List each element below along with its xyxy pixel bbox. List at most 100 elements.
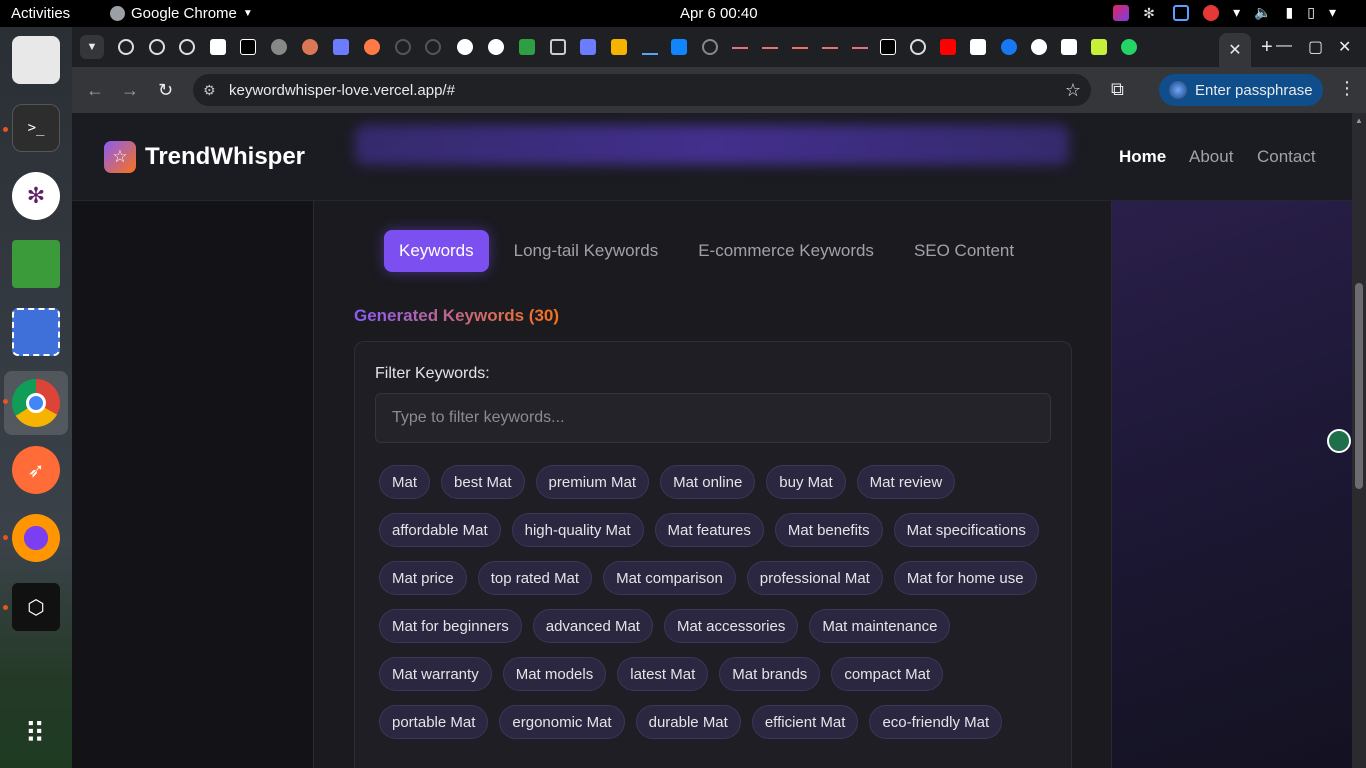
link-tab-icon[interactable] bbox=[792, 47, 808, 49]
bold-b-tab-icon[interactable] bbox=[240, 39, 256, 55]
keyword-chip[interactable]: Mat online bbox=[660, 465, 756, 499]
heart-tab-icon[interactable] bbox=[333, 39, 349, 55]
butterfly-tab-icon[interactable] bbox=[671, 39, 687, 55]
extensions-puzzle-icon[interactable]: ⧉ bbox=[1111, 79, 1124, 100]
keyword-chip[interactable]: latest Mat bbox=[617, 657, 709, 691]
clock[interactable]: Apr 6 00:40 bbox=[680, 5, 758, 22]
address-bar[interactable]: ⚙ keywordwhisper-love.vercel.app/# ☆ bbox=[193, 74, 1091, 106]
tab-ecommerce-keywords[interactable]: E-commerce Keywords bbox=[683, 230, 889, 272]
keyword-chip[interactable]: Mat specifications bbox=[893, 513, 1039, 547]
terminal-dock-icon[interactable]: >_ bbox=[12, 104, 60, 152]
app-indicator-icon[interactable] bbox=[1113, 4, 1130, 21]
bookmark-star-icon[interactable]: ☆ bbox=[1065, 80, 1081, 101]
openai-tab-icon[interactable] bbox=[179, 39, 195, 55]
globe-tab-icon[interactable] bbox=[271, 39, 287, 55]
keyword-chip[interactable]: ergonomic Mat bbox=[499, 705, 625, 739]
keyword-chip[interactable]: best Mat bbox=[441, 465, 525, 499]
cube-tab-icon[interactable] bbox=[1061, 39, 1077, 55]
openai-tab-icon[interactable] bbox=[702, 39, 718, 55]
tab-seo-content[interactable]: SEO Content bbox=[899, 230, 1029, 272]
site-brand[interactable]: TrendWhisper bbox=[145, 143, 305, 171]
cube-tab-icon[interactable] bbox=[970, 39, 986, 55]
keyword-chip[interactable]: Mat bbox=[379, 465, 431, 499]
keyword-chip[interactable]: portable Mat bbox=[379, 705, 489, 739]
keyword-chip[interactable]: Mat warranty bbox=[379, 657, 492, 691]
chrome-dock-icon[interactable] bbox=[12, 379, 60, 427]
battery-icon[interactable]: ▯ bbox=[1307, 4, 1315, 21]
keyword-chip[interactable]: advanced Mat bbox=[532, 609, 653, 643]
new-tab-button[interactable]: + bbox=[1261, 36, 1273, 59]
power-menu-icon[interactable]: ▾ bbox=[1329, 4, 1336, 21]
face-tab-icon[interactable] bbox=[910, 39, 926, 55]
filter-keywords-input[interactable] bbox=[375, 393, 1051, 443]
page-scrollbar[interactable]: ▲ bbox=[1352, 113, 1366, 768]
keyword-chip[interactable]: Mat brands bbox=[719, 657, 821, 691]
lime-tab-icon[interactable] bbox=[1091, 39, 1107, 55]
back-arrow-icon[interactable]: ← bbox=[86, 80, 104, 101]
tab-search-icon[interactable]: ▼ bbox=[80, 35, 104, 59]
keyword-chip[interactable]: Mat benefits bbox=[774, 513, 883, 547]
firefox-dock-icon[interactable] bbox=[12, 514, 60, 562]
tab-long-tail-keywords[interactable]: Long-tail Keywords bbox=[499, 230, 674, 272]
show-apps-icon[interactable]: ⠿ bbox=[12, 709, 60, 757]
heart-tab-icon[interactable] bbox=[488, 39, 504, 55]
grammar-extension-badge-icon[interactable] bbox=[1327, 429, 1351, 453]
postman-dock-icon[interactable]: ➶ bbox=[12, 446, 60, 494]
do-not-disturb-icon[interactable] bbox=[1203, 4, 1220, 21]
keyword-chip[interactable]: durable Mat bbox=[635, 705, 741, 739]
star-logo-icon[interactable]: ☆ bbox=[104, 141, 136, 173]
youtube-tab-icon[interactable] bbox=[940, 39, 956, 55]
slack-tray-icon[interactable]: ✻ bbox=[1143, 5, 1159, 21]
keyword-chip[interactable]: Mat price bbox=[379, 561, 467, 595]
keyword-chip[interactable]: compact Mat bbox=[831, 657, 944, 691]
nav-about-link[interactable]: About bbox=[1189, 147, 1233, 167]
heart-tab-icon[interactable] bbox=[364, 39, 380, 55]
files-dock-icon[interactable] bbox=[12, 36, 60, 84]
keyword-chip[interactable]: professional Mat bbox=[746, 561, 883, 595]
heart-tab-icon[interactable] bbox=[580, 39, 596, 55]
heart-tab-icon[interactable] bbox=[457, 39, 473, 55]
bolt-tab-icon[interactable] bbox=[519, 39, 535, 55]
keyword-chip[interactable]: high-quality Mat bbox=[511, 513, 644, 547]
forward-arrow-icon[interactable]: → bbox=[121, 80, 139, 101]
reload-icon[interactable]: ↻ bbox=[158, 80, 173, 101]
passphrase-button[interactable]: Enter passphrase bbox=[1159, 74, 1323, 106]
keyword-chip[interactable]: Mat review bbox=[856, 465, 956, 499]
robot-tab-icon[interactable] bbox=[550, 39, 566, 55]
keyword-chip[interactable]: Mat models bbox=[502, 657, 607, 691]
keyword-chip[interactable]: buy Mat bbox=[766, 465, 846, 499]
chrome-menu-icon[interactable]: ⋮ bbox=[1338, 78, 1356, 99]
microphone-icon[interactable]: ▮ bbox=[1286, 4, 1294, 21]
keyword-chip[interactable]: top rated Mat bbox=[477, 561, 593, 595]
keyword-chip[interactable]: affordable Mat bbox=[379, 513, 501, 547]
wifi-icon[interactable]: ▾ bbox=[1233, 4, 1240, 21]
tiktok-tab-icon[interactable] bbox=[880, 39, 896, 55]
slack-dock-icon[interactable]: ✻ bbox=[12, 172, 60, 220]
keyword-chip[interactable]: Mat accessories bbox=[663, 609, 799, 643]
tab-keywords[interactable]: Keywords bbox=[384, 230, 489, 272]
unity-dock-icon[interactable]: ⬡ bbox=[12, 583, 60, 631]
openai-tab-icon[interactable] bbox=[149, 39, 165, 55]
activities-button[interactable]: Activities bbox=[11, 5, 70, 22]
screenshot-dock-icon[interactable] bbox=[12, 308, 60, 356]
shield-tab-icon[interactable] bbox=[611, 39, 627, 55]
minimize-icon[interactable]: — bbox=[1276, 37, 1292, 55]
loading-tab-icon[interactable] bbox=[642, 39, 658, 55]
scrollbar-thumb[interactable] bbox=[1355, 283, 1363, 489]
close-tab-icon[interactable]: ✕ bbox=[1228, 40, 1241, 60]
keyword-chip[interactable]: Mat comparison bbox=[603, 561, 736, 595]
keyword-chip[interactable]: premium Mat bbox=[535, 465, 650, 499]
nav-home-link[interactable]: Home bbox=[1119, 147, 1166, 167]
link-tab-icon[interactable] bbox=[762, 47, 778, 49]
whatsapp-tab-icon[interactable] bbox=[1121, 39, 1137, 55]
github-tab-icon[interactable] bbox=[425, 39, 441, 55]
facebook-tab-icon[interactable] bbox=[1001, 39, 1017, 55]
keyword-chip[interactable]: efficient Mat bbox=[751, 705, 859, 739]
shield-icon[interactable] bbox=[1173, 4, 1190, 21]
maximize-icon[interactable]: ▢ bbox=[1308, 37, 1323, 57]
claude-tab-icon[interactable] bbox=[302, 39, 318, 55]
nav-contact-link[interactable]: Contact bbox=[1257, 147, 1316, 167]
link-tab-icon[interactable] bbox=[822, 47, 838, 49]
keyword-chip[interactable]: Mat maintenance bbox=[809, 609, 951, 643]
google-tab-icon[interactable] bbox=[1031, 39, 1047, 55]
